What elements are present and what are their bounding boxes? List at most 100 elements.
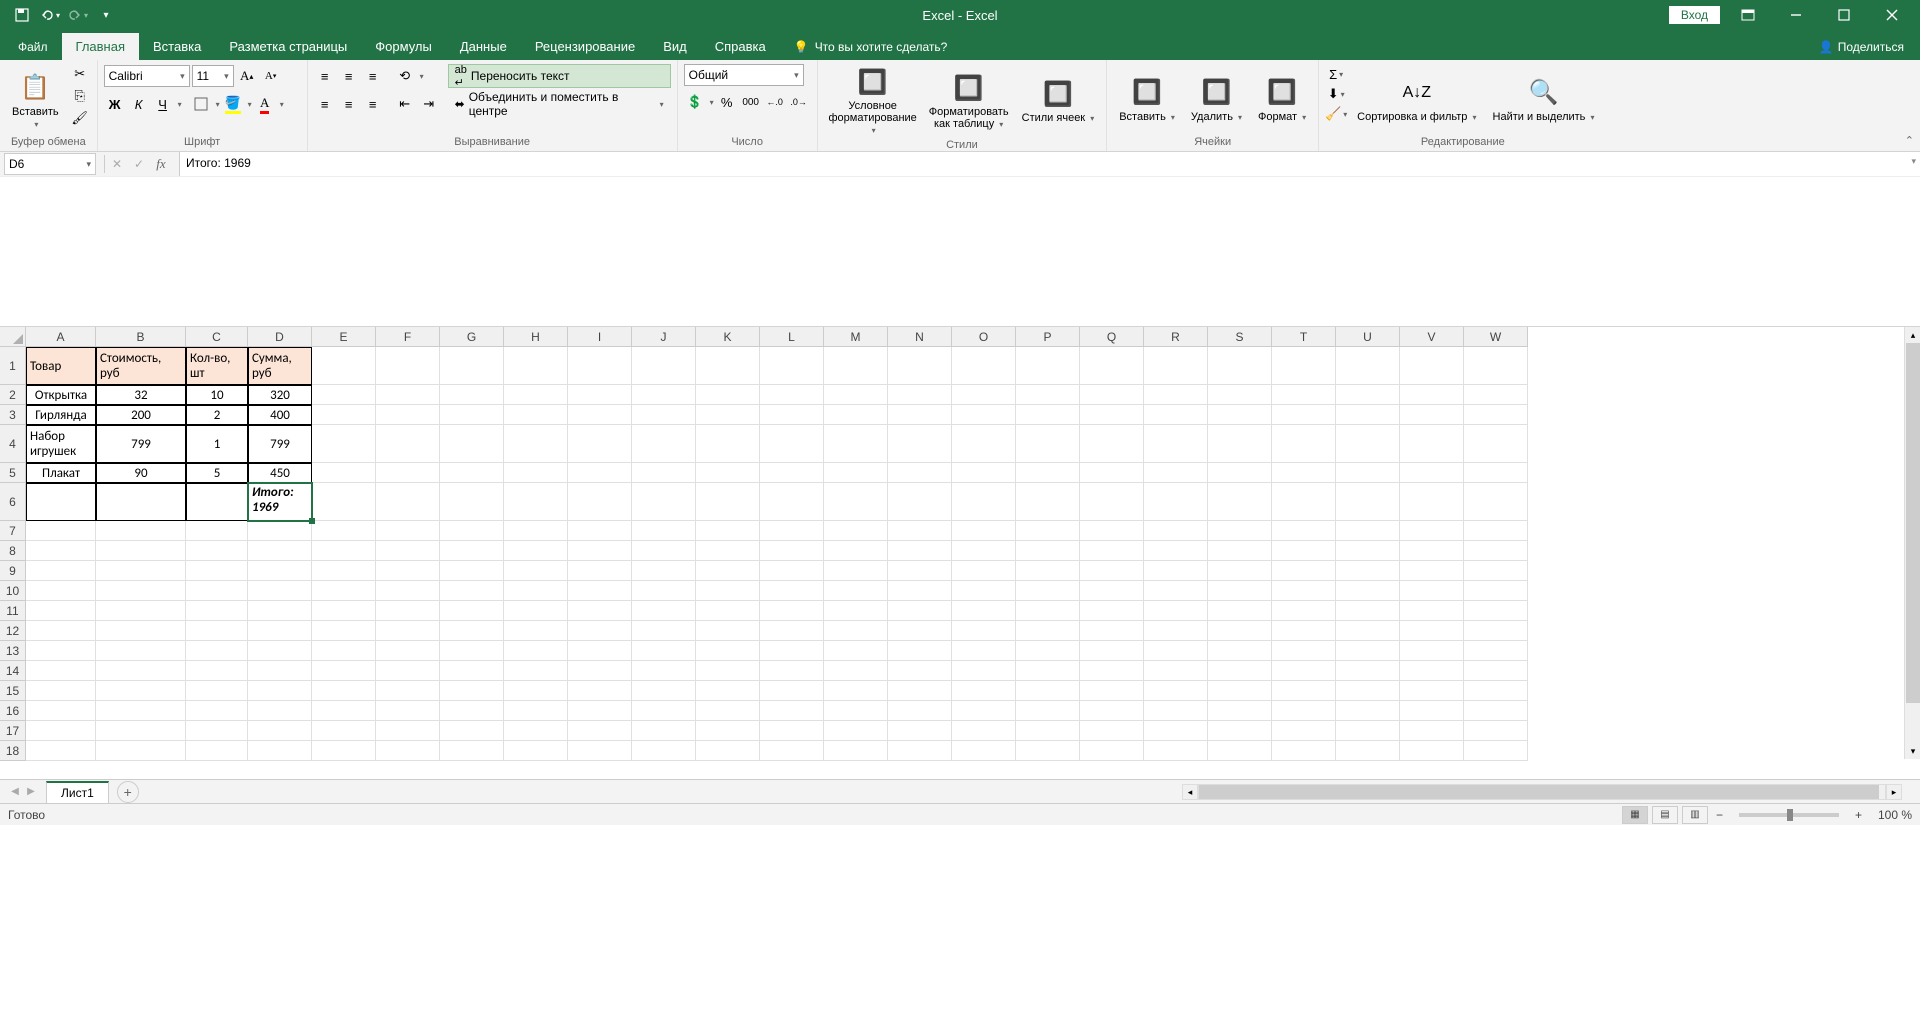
select-all-button[interactable] — [0, 327, 26, 347]
cell-W9[interactable] — [1464, 561, 1528, 581]
cell-S14[interactable] — [1208, 661, 1272, 681]
cell-I3[interactable] — [568, 405, 632, 425]
cell-C5[interactable]: 5 — [186, 463, 248, 483]
cell-U11[interactable] — [1336, 601, 1400, 621]
cell-W18[interactable] — [1464, 741, 1528, 761]
cell-D2[interactable]: 320 — [248, 385, 312, 405]
cell-C1[interactable]: Кол-во, шт — [186, 347, 248, 385]
cell-G7[interactable] — [440, 521, 504, 541]
cell-M17[interactable] — [824, 721, 888, 741]
cell-E18[interactable] — [312, 741, 376, 761]
cell-E14[interactable] — [312, 661, 376, 681]
cell-S5[interactable] — [1208, 463, 1272, 483]
cell-I6[interactable] — [568, 483, 632, 521]
cell-F14[interactable] — [376, 661, 440, 681]
cell-E6[interactable] — [312, 483, 376, 521]
cell-U5[interactable] — [1336, 463, 1400, 483]
cell-K8[interactable] — [696, 541, 760, 561]
tab-page-layout[interactable]: Разметка страницы — [215, 33, 361, 60]
cell-J18[interactable] — [632, 741, 696, 761]
cell-P18[interactable] — [1016, 741, 1080, 761]
cell-I5[interactable] — [568, 463, 632, 483]
horizontal-scrollbar[interactable]: ◂ ▸ — [1182, 784, 1902, 800]
cell-D3[interactable]: 400 — [248, 405, 312, 425]
cell-L13[interactable] — [760, 641, 824, 661]
cell-M4[interactable] — [824, 425, 888, 463]
cell-R7[interactable] — [1144, 521, 1208, 541]
row-header-1[interactable]: 1 — [0, 347, 26, 385]
zoom-in-button[interactable]: + — [1851, 808, 1866, 822]
cell-U2[interactable] — [1336, 385, 1400, 405]
decrease-indent-button[interactable]: ⇤ — [394, 94, 416, 114]
cell-L2[interactable] — [760, 385, 824, 405]
cell-M12[interactable] — [824, 621, 888, 641]
cell-N15[interactable] — [888, 681, 952, 701]
row-header-13[interactable]: 13 — [0, 641, 26, 661]
cell-L12[interactable] — [760, 621, 824, 641]
row-header-9[interactable]: 9 — [0, 561, 26, 581]
cell-R11[interactable] — [1144, 601, 1208, 621]
cell-O18[interactable] — [952, 741, 1016, 761]
bold-button[interactable]: Ж — [104, 94, 126, 114]
cell-U7[interactable] — [1336, 521, 1400, 541]
cell-E9[interactable] — [312, 561, 376, 581]
cell-R9[interactable] — [1144, 561, 1208, 581]
cell-T5[interactable] — [1272, 463, 1336, 483]
cell-J4[interactable] — [632, 425, 696, 463]
cell-I9[interactable] — [568, 561, 632, 581]
decrease-decimal-button[interactable]: .0→ — [788, 92, 810, 112]
page-layout-view-button[interactable]: ▤ — [1652, 806, 1678, 824]
align-middle-button[interactable]: ≡ — [338, 66, 360, 86]
cell-B7[interactable] — [96, 521, 186, 541]
cell-E12[interactable] — [312, 621, 376, 641]
cell-I11[interactable] — [568, 601, 632, 621]
cell-W6[interactable] — [1464, 483, 1528, 521]
cell-U3[interactable] — [1336, 405, 1400, 425]
cell-N18[interactable] — [888, 741, 952, 761]
sheet-nav-prev[interactable]: ◀ — [8, 785, 22, 799]
cell-H14[interactable] — [504, 661, 568, 681]
autosum-button[interactable]: Σ ▾ — [1325, 64, 1347, 84]
cell-T9[interactable] — [1272, 561, 1336, 581]
row-header-6[interactable]: 6 — [0, 483, 26, 521]
cell-I4[interactable] — [568, 425, 632, 463]
cell-T10[interactable] — [1272, 581, 1336, 601]
cell-G6[interactable] — [440, 483, 504, 521]
cell-M6[interactable] — [824, 483, 888, 521]
page-break-view-button[interactable]: ▥ — [1682, 806, 1708, 824]
cell-P4[interactable] — [1016, 425, 1080, 463]
cell-J7[interactable] — [632, 521, 696, 541]
cell-H15[interactable] — [504, 681, 568, 701]
row-header-10[interactable]: 10 — [0, 581, 26, 601]
cell-J16[interactable] — [632, 701, 696, 721]
cell-D5[interactable]: 450 — [248, 463, 312, 483]
cell-L6[interactable] — [760, 483, 824, 521]
cell-W12[interactable] — [1464, 621, 1528, 641]
cell-G12[interactable] — [440, 621, 504, 641]
cell-C18[interactable] — [186, 741, 248, 761]
close-button[interactable] — [1872, 0, 1912, 30]
cell-F9[interactable] — [376, 561, 440, 581]
cell-K16[interactable] — [696, 701, 760, 721]
cell-Q1[interactable] — [1080, 347, 1144, 385]
cell-N9[interactable] — [888, 561, 952, 581]
cell-E15[interactable] — [312, 681, 376, 701]
column-header-U[interactable]: U — [1336, 327, 1400, 347]
cell-T16[interactable] — [1272, 701, 1336, 721]
cell-T8[interactable] — [1272, 541, 1336, 561]
cell-K13[interactable] — [696, 641, 760, 661]
cell-A1[interactable]: Товар — [26, 347, 96, 385]
cell-M8[interactable] — [824, 541, 888, 561]
share-button[interactable]: 👤 Поделиться — [1813, 34, 1910, 60]
cell-M15[interactable] — [824, 681, 888, 701]
cell-W14[interactable] — [1464, 661, 1528, 681]
cell-C6[interactable] — [186, 483, 248, 521]
cell-R13[interactable] — [1144, 641, 1208, 661]
cell-H17[interactable] — [504, 721, 568, 741]
cell-J6[interactable] — [632, 483, 696, 521]
cell-V14[interactable] — [1400, 661, 1464, 681]
cell-H8[interactable] — [504, 541, 568, 561]
cell-S16[interactable] — [1208, 701, 1272, 721]
decrease-font-button[interactable]: A▾ — [260, 66, 282, 86]
cell-S1[interactable] — [1208, 347, 1272, 385]
